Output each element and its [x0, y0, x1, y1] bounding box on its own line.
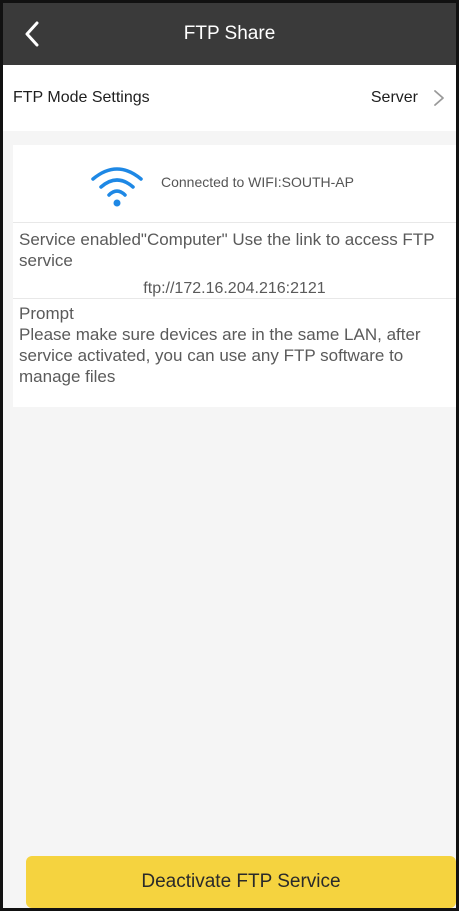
page-title: FTP Share [183, 23, 276, 44]
service-enabled-text: Service enabled"Computer" Use the link t… [19, 230, 435, 270]
app-screen: FTP Share FTP Mode Settings Server Conne… [0, 0, 459, 911]
back-button[interactable] [9, 11, 55, 57]
service-info: Service enabled"Computer" Use the link t… [13, 223, 456, 299]
ftp-mode-value: Server [370, 89, 418, 106]
connection-card: Connected to WIFI:SOUTH-AP Service enabl… [13, 145, 456, 407]
prompt-section: Prompt Please make sure devices are in t… [13, 299, 456, 407]
ftp-mode-settings-label: FTP Mode Settings [13, 89, 150, 106]
prompt-title: Prompt [19, 304, 74, 323]
ftp-mode-settings-row[interactable]: FTP Mode Settings Server [3, 65, 456, 131]
wifi-status-row: Connected to WIFI:SOUTH-AP [13, 145, 456, 223]
chevron-right-icon [434, 90, 444, 106]
chevron-left-icon [25, 21, 39, 47]
deactivate-ftp-button[interactable]: Deactivate FTP Service [26, 856, 456, 908]
wifi-icon [91, 167, 143, 207]
title-bar: FTP Share [3, 3, 456, 65]
ftp-url-link[interactable]: ftp://172.16.204.216:2121 [13, 279, 456, 299]
prompt-body: Please make sure devices are in the same… [19, 325, 421, 386]
wifi-status-text: Connected to WIFI:SOUTH-AP [161, 174, 354, 190]
